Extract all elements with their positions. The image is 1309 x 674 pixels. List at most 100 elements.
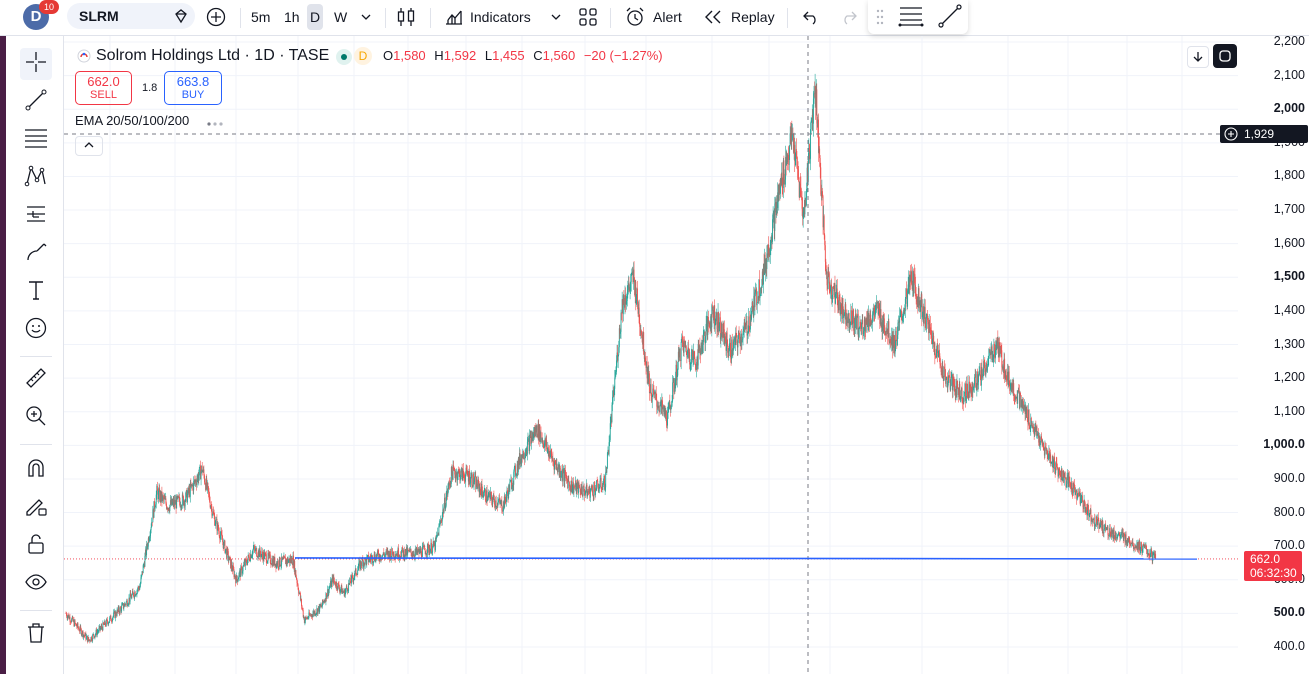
candle-body bbox=[119, 607, 121, 614]
smiley-icon bbox=[24, 316, 48, 345]
pattern-tool[interactable] bbox=[20, 162, 52, 194]
collapse-legend-button[interactable] bbox=[75, 136, 103, 156]
candle-body bbox=[1105, 525, 1107, 528]
text-tool[interactable] bbox=[20, 276, 52, 308]
ruler-icon bbox=[24, 366, 48, 395]
crosshair-add-icon[interactable] bbox=[1224, 127, 1238, 144]
chevron-down-icon[interactable] bbox=[360, 10, 372, 28]
lock-all-tool[interactable] bbox=[20, 530, 52, 562]
support-trend-line[interactable] bbox=[294, 557, 1198, 560]
candle-body bbox=[108, 622, 110, 625]
candle-body bbox=[651, 396, 653, 403]
last-price: 662.0 bbox=[1250, 552, 1281, 566]
diamond-icon[interactable] bbox=[173, 8, 189, 29]
price-tick-label: 900.0 bbox=[1273, 470, 1305, 485]
divider bbox=[20, 356, 52, 357]
high-key: H bbox=[434, 48, 444, 63]
alert-button[interactable]: Alert bbox=[653, 3, 682, 31]
candle-body bbox=[789, 145, 791, 160]
candle-body bbox=[823, 216, 825, 236]
undo-icon[interactable] bbox=[802, 8, 820, 31]
alarm-clock-icon[interactable] bbox=[624, 6, 646, 33]
indicators-button[interactable]: Indicators bbox=[470, 3, 531, 31]
fullscreen-icon[interactable] bbox=[1213, 44, 1237, 68]
rewind-icon[interactable] bbox=[704, 9, 722, 30]
delay-badge[interactable]: D bbox=[354, 47, 372, 65]
add-symbol-icon[interactable] bbox=[206, 7, 226, 32]
candle-body bbox=[637, 288, 638, 305]
chart-pane[interactable]: Solrom Holdings Ltd · 1D · TASE D O1,580… bbox=[64, 34, 1309, 674]
price-tick-label: 500.0 bbox=[1273, 605, 1305, 620]
high-value: 1,592 bbox=[443, 48, 477, 63]
pattern-icon bbox=[24, 164, 48, 193]
candle-body bbox=[945, 379, 947, 384]
interval-d[interactable]: D bbox=[307, 4, 324, 30]
price-tick-label: 1,500 bbox=[1273, 269, 1305, 284]
fib-tool[interactable] bbox=[20, 124, 52, 156]
layout-grid-icon[interactable] bbox=[578, 7, 598, 32]
line-tool[interactable] bbox=[20, 86, 52, 118]
buy-price: 663.8 bbox=[176, 74, 210, 89]
candle-body bbox=[93, 634, 95, 637]
redo-icon[interactable] bbox=[840, 8, 858, 31]
sell-button[interactable]: 662.0 SELL bbox=[75, 71, 132, 105]
drag-handle-icon[interactable] bbox=[876, 9, 884, 30]
price-chart[interactable] bbox=[64, 36, 1309, 674]
candle-body bbox=[1102, 521, 1104, 534]
candle-body bbox=[850, 310, 852, 322]
low-key: L bbox=[484, 48, 493, 63]
brush-icon bbox=[24, 240, 48, 269]
interval-w[interactable]: W bbox=[334, 3, 347, 31]
symbol-search[interactable]: SLRM bbox=[67, 3, 195, 29]
price-tick-label: 2,100 bbox=[1273, 67, 1305, 82]
lock-drawing-tool[interactable] bbox=[20, 492, 52, 524]
trend-line-icon[interactable] bbox=[938, 4, 962, 33]
magnet-tool[interactable] bbox=[20, 454, 52, 486]
measure-tool[interactable] bbox=[20, 364, 52, 396]
line-style-icon[interactable] bbox=[898, 5, 924, 32]
zoom-in-icon bbox=[24, 404, 48, 433]
divider bbox=[240, 8, 241, 28]
divider bbox=[787, 8, 788, 28]
candle-body bbox=[474, 476, 476, 483]
brush-tool[interactable] bbox=[20, 238, 52, 270]
zoom-tool[interactable] bbox=[20, 402, 52, 434]
indicators-icon[interactable] bbox=[444, 6, 464, 31]
candle-body bbox=[589, 490, 591, 498]
crosshair-tool[interactable] bbox=[20, 48, 52, 80]
candle-body bbox=[895, 330, 897, 341]
icons-tool[interactable] bbox=[20, 314, 52, 346]
more-dots-icon[interactable] bbox=[206, 115, 226, 133]
chart-title[interactable]: Solrom Holdings Ltd · 1D · TASE bbox=[96, 47, 329, 65]
candle-body bbox=[582, 485, 584, 497]
candle-body bbox=[509, 482, 511, 492]
candle-body bbox=[748, 316, 750, 327]
indicator-legend[interactable]: EMA 20/50/100/200 bbox=[75, 113, 189, 128]
candle-body bbox=[599, 480, 601, 488]
candle-body bbox=[957, 381, 958, 388]
hide-tool[interactable] bbox=[20, 568, 52, 600]
candle-body bbox=[694, 356, 696, 364]
candles-icon[interactable] bbox=[396, 6, 416, 33]
interval-1h[interactable]: 1h bbox=[284, 3, 300, 31]
buy-button[interactable]: 663.8 BUY bbox=[164, 71, 222, 105]
scroll-down-icon[interactable] bbox=[1187, 46, 1209, 68]
price-tick-label: 2,000 bbox=[1273, 101, 1305, 116]
crosshair-icon bbox=[25, 51, 47, 78]
interval-5m[interactable]: 5m bbox=[251, 3, 270, 31]
forecast-tool[interactable] bbox=[20, 200, 52, 232]
price-tick-label: 1,000.0 bbox=[1263, 437, 1305, 452]
candle-body bbox=[690, 354, 692, 364]
remove-tool[interactable] bbox=[20, 619, 52, 651]
trash-icon bbox=[25, 621, 47, 650]
forecast-icon bbox=[24, 202, 48, 231]
candle-body bbox=[484, 489, 486, 501]
candle-body bbox=[186, 493, 188, 503]
eye-icon bbox=[24, 570, 48, 599]
replay-button[interactable]: Replay bbox=[731, 3, 775, 31]
notification-badge: 10 bbox=[39, 0, 59, 14]
candle-body bbox=[357, 570, 359, 575]
chevron-down-icon[interactable] bbox=[550, 10, 562, 28]
price-tick-label: 1,700 bbox=[1273, 202, 1305, 217]
floating-drawing-toolbar bbox=[868, 0, 968, 34]
